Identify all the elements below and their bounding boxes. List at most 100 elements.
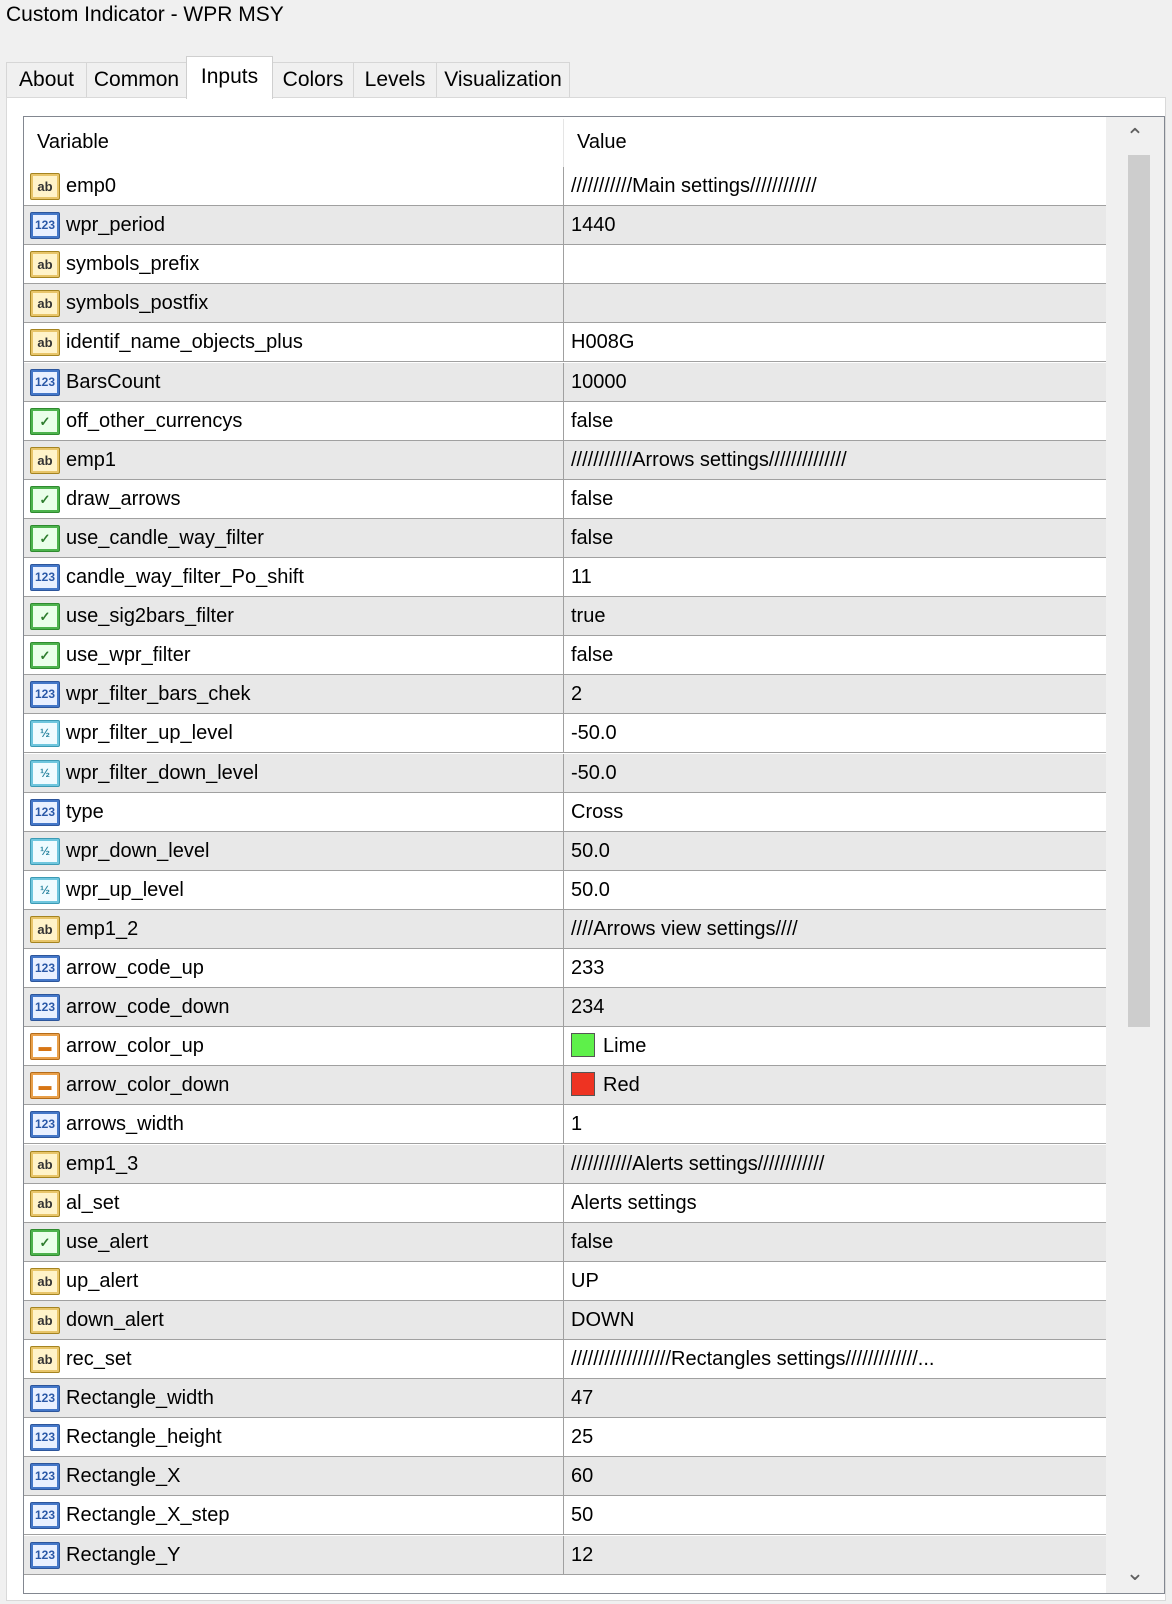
variable-value[interactable]: -50.0 <box>571 754 1101 792</box>
value-cell[interactable]: 234 <box>565 988 1105 1026</box>
table-row[interactable]: ½ wpr_filter_up_level -50.0 <box>24 714 1106 753</box>
value-cell[interactable]: 12 <box>565 1536 1105 1574</box>
value-cell[interactable]: ////Arrows view settings//// <box>565 910 1105 948</box>
table-row[interactable]: ab emp1_3 ///////////Alerts settings//////… <box>24 1145 1106 1184</box>
variable-value[interactable]: 10000 <box>571 363 1101 401</box>
variable-value[interactable]: 1440 <box>571 206 1101 244</box>
column-header-value[interactable]: Value <box>564 117 1104 167</box>
variable-value[interactable]: 233 <box>571 949 1101 987</box>
variable-value[interactable]: 11 <box>571 558 1101 596</box>
value-cell[interactable]: Cross <box>565 793 1105 831</box>
scroll-thumb[interactable] <box>1128 155 1150 1027</box>
variable-value[interactable]: 12 <box>571 1536 1101 1574</box>
variable-value[interactable]: 2 <box>571 675 1101 713</box>
variable-value[interactable]: 25 <box>571 1418 1101 1456</box>
variable-value[interactable]: //////////////////Rectangles settings///… <box>571 1340 1101 1378</box>
value-cell[interactable]: 25 <box>565 1418 1105 1456</box>
table-row[interactable]: 123 wpr_period 1440 <box>24 206 1106 245</box>
variable-value[interactable]: false <box>571 402 1101 440</box>
table-row[interactable]: 123 candle_way_filter_Po_shift 11 <box>24 558 1106 597</box>
value-cell[interactable]: true <box>565 597 1105 635</box>
value-cell[interactable] <box>565 245 1105 283</box>
scroll-up-arrow-icon[interactable]: ⌃ <box>1106 117 1164 157</box>
table-row[interactable]: 123 arrow_code_up 233 <box>24 949 1106 988</box>
value-cell[interactable]: 11 <box>565 558 1105 596</box>
variable-value[interactable]: 50.0 <box>571 832 1101 870</box>
value-cell[interactable]: 50 <box>565 1496 1105 1534</box>
variable-value[interactable]: ////Arrows view settings//// <box>571 910 1101 948</box>
table-row[interactable]: ab rec_set //////////////////Rectangles se… <box>24 1340 1106 1379</box>
value-cell[interactable]: 2 <box>565 675 1105 713</box>
table-row[interactable]: ab up_alert UP <box>24 1262 1106 1301</box>
table-row[interactable]: ✓ use_alert false <box>24 1223 1106 1262</box>
value-cell[interactable]: 60 <box>565 1457 1105 1495</box>
variable-value[interactable]: Alerts settings <box>571 1184 1101 1222</box>
table-row[interactable]: 123 Rectangle_X 60 <box>24 1457 1106 1496</box>
table-row[interactable]: ✓ draw_arrows false <box>24 480 1106 519</box>
variable-value[interactable]: 50 <box>571 1496 1101 1534</box>
table-row[interactable]: ½ wpr_down_level 50.0 <box>24 832 1106 871</box>
variable-value[interactable]: ///////////Alerts settings//////////// <box>571 1145 1101 1183</box>
variable-value[interactable]: false <box>571 480 1101 518</box>
tab-visualization[interactable]: Visualization <box>436 62 570 98</box>
value-cell[interactable]: 47 <box>565 1379 1105 1417</box>
table-row[interactable]: 123 Rectangle_X_step 50 <box>24 1496 1106 1535</box>
table-row[interactable]: ab emp1_2 ////Arrows view settings//// <box>24 910 1106 949</box>
variable-value[interactable]: -50.0 <box>571 714 1101 752</box>
value-cell[interactable]: ///////////Arrows settings////////////// <box>565 441 1105 479</box>
table-row[interactable]: ▬ arrow_color_up Lime <box>24 1027 1106 1066</box>
table-row[interactable]: 123 Rectangle_Y 12 <box>24 1536 1106 1575</box>
table-row[interactable]: 123 wpr_filter_bars_chek 2 <box>24 675 1106 714</box>
value-cell[interactable]: 10000 <box>565 363 1105 401</box>
table-row[interactable]: 123 arrows_width 1 <box>24 1105 1106 1144</box>
value-cell[interactable]: 1 <box>565 1105 1105 1143</box>
value-cell[interactable]: H008G <box>565 323 1105 361</box>
column-header-variable[interactable]: Variable <box>24 117 563 167</box>
value-cell[interactable]: false <box>565 519 1105 557</box>
variable-value[interactable]: 234 <box>571 988 1101 1026</box>
variable-value[interactable]: false <box>571 1223 1101 1261</box>
variable-value[interactable]: Cross <box>571 793 1101 831</box>
value-cell[interactable]: Alerts settings <box>565 1184 1105 1222</box>
variable-value[interactable]: ///////////Main settings//////////// <box>571 167 1101 205</box>
table-row[interactable]: ½ wpr_filter_down_level -50.0 <box>24 754 1106 793</box>
variable-value[interactable]: Red <box>571 1066 1101 1104</box>
tab-colors[interactable]: Colors <box>272 62 354 98</box>
table-row[interactable]: ab down_alert DOWN <box>24 1301 1106 1340</box>
value-cell[interactable]: DOWN <box>565 1301 1105 1339</box>
table-row[interactable]: 123 Rectangle_width 47 <box>24 1379 1106 1418</box>
value-cell[interactable]: false <box>565 480 1105 518</box>
vertical-scrollbar[interactable]: ⌃ ⌄ <box>1106 117 1164 1593</box>
variable-value[interactable]: UP <box>571 1262 1101 1300</box>
value-cell[interactable]: 50.0 <box>565 832 1105 870</box>
tab-inputs[interactable]: Inputs <box>186 56 273 99</box>
value-cell[interactable]: ///////////Main settings//////////// <box>565 167 1105 205</box>
variable-value[interactable]: 60 <box>571 1457 1101 1495</box>
table-row[interactable]: 123 arrow_code_down 234 <box>24 988 1106 1027</box>
variable-value[interactable]: 1 <box>571 1105 1101 1143</box>
table-row[interactable]: ½ wpr_up_level 50.0 <box>24 871 1106 910</box>
tab-common[interactable]: Common <box>86 62 187 98</box>
value-cell[interactable]: false <box>565 1223 1105 1261</box>
value-cell[interactable]: UP <box>565 1262 1105 1300</box>
table-row[interactable]: ✓ use_wpr_filter false <box>24 636 1106 675</box>
variable-value[interactable]: 50.0 <box>571 871 1101 909</box>
table-row[interactable]: ✓ off_other_currencys false <box>24 402 1106 441</box>
table-row[interactable]: 123 type Cross <box>24 793 1106 832</box>
table-row[interactable]: ab al_set Alerts settings <box>24 1184 1106 1223</box>
variable-value[interactable]: ///////////Arrows settings////////////// <box>571 441 1101 479</box>
variable-value[interactable]: 47 <box>571 1379 1101 1417</box>
variable-value[interactable]: Lime <box>571 1027 1101 1065</box>
value-cell[interactable]: false <box>565 636 1105 674</box>
table-row[interactable]: 123 Rectangle_height 25 <box>24 1418 1106 1457</box>
value-cell[interactable]: false <box>565 402 1105 440</box>
value-cell[interactable]: -50.0 <box>565 714 1105 752</box>
table-row[interactable]: ab emp0 ///////////Main settings//////////… <box>24 167 1106 206</box>
table-row[interactable]: 123 BarsCount 10000 <box>24 363 1106 402</box>
variable-value[interactable]: DOWN <box>571 1301 1101 1339</box>
variable-value[interactable]: H008G <box>571 323 1101 361</box>
value-cell[interactable]: Red <box>565 1066 1105 1104</box>
table-row[interactable]: ab symbols_prefix <box>24 245 1106 284</box>
variable-value[interactable]: false <box>571 519 1101 557</box>
table-row[interactable]: ab identif_name_objects_plus H008G <box>24 323 1106 362</box>
